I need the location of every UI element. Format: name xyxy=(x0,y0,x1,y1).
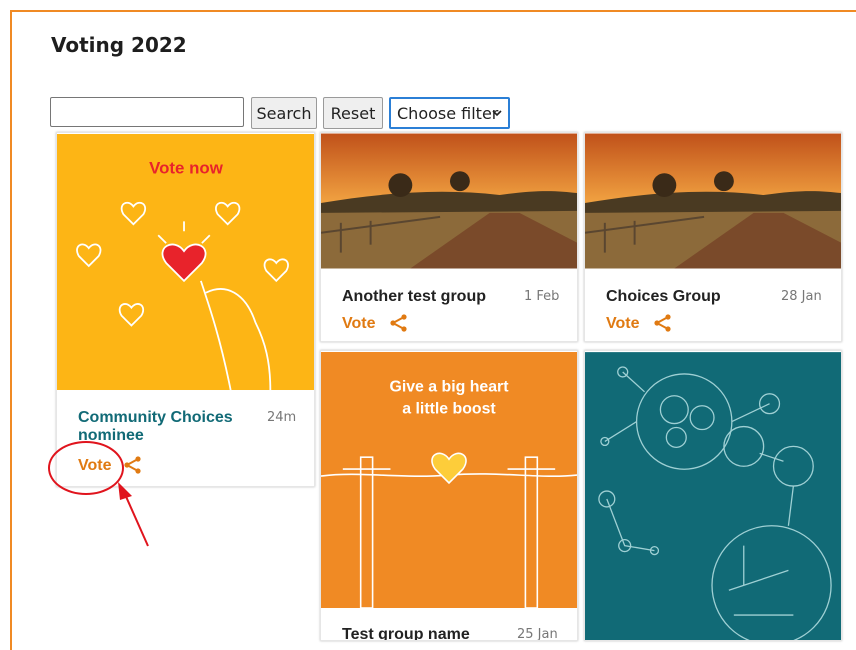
image-heading-line2: a little boost xyxy=(402,401,496,418)
card-title[interactable]: Another test group xyxy=(342,288,486,306)
search-input[interactable] xyxy=(50,97,244,127)
page-title: Voting 2022 xyxy=(51,33,187,57)
network-illustration xyxy=(585,352,841,640)
big-heart-illustration: Give a big heart a little boost xyxy=(321,352,577,609)
vote-now-illustration: Vote now xyxy=(57,133,314,391)
image-heading-line1: Give a big heart xyxy=(390,379,510,396)
card-network-illustration[interactable] xyxy=(584,350,842,641)
card-title[interactable]: Community Choices nominee xyxy=(78,409,238,445)
card-time: 28 Jan xyxy=(781,289,822,304)
filter-select-value: Choose filter xyxy=(397,103,499,123)
vote-link[interactable]: Vote xyxy=(342,315,375,333)
card-title[interactable]: Test group name xyxy=(342,626,470,640)
country-road-photo xyxy=(585,133,841,269)
share-icon[interactable] xyxy=(123,456,143,474)
card-time: 1 Feb xyxy=(524,289,560,304)
share-icon[interactable] xyxy=(653,314,673,332)
card-time: 24m xyxy=(267,410,297,425)
card-title[interactable]: Choices Group xyxy=(606,288,721,306)
reset-button[interactable]: Reset xyxy=(323,97,383,129)
filter-select[interactable]: Choose filter xyxy=(389,97,510,129)
search-button[interactable]: Search xyxy=(251,97,317,129)
card-time: 25 Jan xyxy=(517,627,558,641)
vote-link[interactable]: Vote xyxy=(606,315,639,333)
chevron-down-icon xyxy=(492,110,502,117)
country-road-photo xyxy=(321,133,577,269)
share-icon[interactable] xyxy=(389,314,409,332)
image-heading-vote-now: Vote now xyxy=(149,159,224,178)
card-community-choices[interactable]: Vote now Community Choices nominee 24m V… xyxy=(56,132,315,487)
annotation-arrow xyxy=(118,482,149,547)
card-choices-group[interactable]: Choices Group 28 Jan Vote xyxy=(584,132,842,342)
card-test-group-name[interactable]: Give a big heart a little boost Test gro… xyxy=(320,350,578,641)
card-another-test-group[interactable]: Another test group 1 Feb Vote xyxy=(320,132,578,342)
